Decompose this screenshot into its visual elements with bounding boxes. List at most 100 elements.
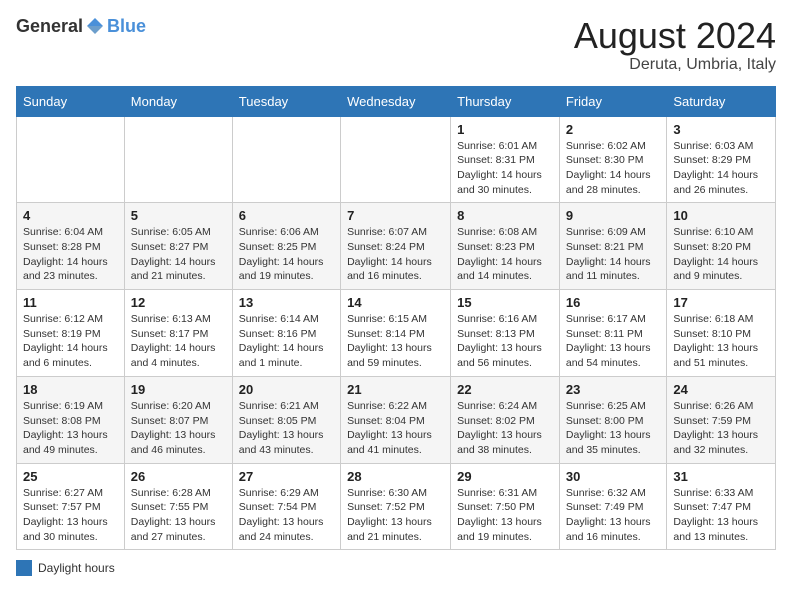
- day-number: 6: [239, 208, 334, 223]
- day-number: 26: [131, 469, 226, 484]
- logo-general: General: [16, 16, 83, 37]
- calendar-cell: 3 Sunrise: 6:03 AM Sunset: 8:29 PM Daylig…: [667, 116, 776, 203]
- day-number: 10: [673, 208, 769, 223]
- day-number: 14: [347, 295, 444, 310]
- weekday-header-thursday: Thursday: [451, 86, 560, 116]
- day-info: Sunrise: 6:01 AM Sunset: 8:31 PM Dayligh…: [457, 139, 553, 198]
- calendar-cell: 31 Sunrise: 6:33 AM Sunset: 7:47 PM Dayli…: [667, 463, 776, 550]
- day-info: Sunrise: 6:32 AM Sunset: 7:49 PM Dayligh…: [566, 486, 661, 545]
- day-number: 25: [23, 469, 118, 484]
- calendar-cell: 25 Sunrise: 6:27 AM Sunset: 7:57 PM Dayli…: [17, 463, 125, 550]
- calendar-cell: 28 Sunrise: 6:30 AM Sunset: 7:52 PM Dayli…: [341, 463, 451, 550]
- day-number: 5: [131, 208, 226, 223]
- calendar-cell: 6 Sunrise: 6:06 AM Sunset: 8:25 PM Daylig…: [232, 203, 340, 290]
- calendar-cell: 30 Sunrise: 6:32 AM Sunset: 7:49 PM Dayli…: [559, 463, 667, 550]
- calendar-cell: 13Sunrise: 6:14 AM Sunset: 8:16 PM Dayli…: [232, 290, 340, 377]
- legend-label: Daylight hours: [38, 561, 115, 575]
- weekday-header-friday: Friday: [559, 86, 667, 116]
- legend: Daylight hours: [16, 560, 776, 576]
- day-number: 21: [347, 382, 444, 397]
- calendar-cell: 9Sunrise: 6:09 AM Sunset: 8:21 PM Daylig…: [559, 203, 667, 290]
- calendar-week-row: 11 Sunrise: 6:12 AM Sunset: 8:19 PM Dayli…: [17, 290, 776, 377]
- weekday-header-wednesday: Wednesday: [341, 86, 451, 116]
- day-number: 4: [23, 208, 118, 223]
- day-info: Sunrise: 6:30 AM Sunset: 7:52 PM Dayligh…: [347, 486, 444, 545]
- calendar-cell: 20 Sunrise: 6:21 AM Sunset: 8:05 PM Dayli…: [232, 376, 340, 463]
- day-number: 23: [566, 382, 661, 397]
- day-info: Sunrise: 6:03 AM Sunset: 8:29 PM Dayligh…: [673, 139, 769, 198]
- day-number: 8: [457, 208, 553, 223]
- day-number: 15: [457, 295, 553, 310]
- day-number: 31: [673, 469, 769, 484]
- day-info: Sunrise: 6:28 AM Sunset: 7:55 PM Dayligh…: [131, 486, 226, 545]
- day-info: Sunrise: 6:26 AM Sunset: 7:59 PM Dayligh…: [673, 399, 769, 458]
- day-info: Sunrise: 6:15 AM Sunset: 8:14 PM Dayligh…: [347, 312, 444, 371]
- calendar-week-row: 18Sunrise: 6:19 AM Sunset: 8:08 PM Dayli…: [17, 376, 776, 463]
- day-info: Sunrise: 6:18 AM Sunset: 8:10 PM Dayligh…: [673, 312, 769, 371]
- calendar-cell: 18Sunrise: 6:19 AM Sunset: 8:08 PM Dayli…: [17, 376, 125, 463]
- day-number: 22: [457, 382, 553, 397]
- day-number: 27: [239, 469, 334, 484]
- day-info: Sunrise: 6:24 AM Sunset: 8:02 PM Dayligh…: [457, 399, 553, 458]
- day-info: Sunrise: 6:27 AM Sunset: 7:57 PM Dayligh…: [23, 486, 118, 545]
- day-number: 7: [347, 208, 444, 223]
- day-info: Sunrise: 6:22 AM Sunset: 8:04 PM Dayligh…: [347, 399, 444, 458]
- day-number: 2: [566, 122, 661, 137]
- day-info: Sunrise: 6:12 AM Sunset: 8:19 PM Dayligh…: [23, 312, 118, 371]
- month-year-title: August 2024: [574, 16, 776, 56]
- day-number: 28: [347, 469, 444, 484]
- calendar-cell: 1 Sunrise: 6:01 AM Sunset: 8:31 PM Daylig…: [451, 116, 560, 203]
- day-number: 13: [239, 295, 334, 310]
- logo-blue: Blue: [107, 16, 146, 37]
- calendar-cell: 12Sunrise: 6:13 AM Sunset: 8:17 PM Dayli…: [124, 290, 232, 377]
- calendar-cell: [124, 116, 232, 203]
- weekday-header-saturday: Saturday: [667, 86, 776, 116]
- calendar-cell: 17 Sunrise: 6:18 AM Sunset: 8:10 PM Dayli…: [667, 290, 776, 377]
- weekday-header-monday: Monday: [124, 86, 232, 116]
- calendar-week-row: 1 Sunrise: 6:01 AM Sunset: 8:31 PM Daylig…: [17, 116, 776, 203]
- weekday-header-sunday: Sunday: [17, 86, 125, 116]
- calendar-week-row: 25 Sunrise: 6:27 AM Sunset: 7:57 PM Dayli…: [17, 463, 776, 550]
- calendar-cell: 16Sunrise: 6:17 AM Sunset: 8:11 PM Dayli…: [559, 290, 667, 377]
- day-info: Sunrise: 6:02 AM Sunset: 8:30 PM Dayligh…: [566, 139, 661, 198]
- calendar-table: SundayMondayTuesdayWednesdayThursdayFrid…: [16, 86, 776, 551]
- day-number: 3: [673, 122, 769, 137]
- calendar-cell: 29Sunrise: 6:31 AM Sunset: 7:50 PM Dayli…: [451, 463, 560, 550]
- day-info: Sunrise: 6:16 AM Sunset: 8:13 PM Dayligh…: [457, 312, 553, 371]
- day-number: 1: [457, 122, 553, 137]
- weekday-header-tuesday: Tuesday: [232, 86, 340, 116]
- calendar-cell: 5Sunrise: 6:05 AM Sunset: 8:27 PM Daylig…: [124, 203, 232, 290]
- day-info: Sunrise: 6:29 AM Sunset: 7:54 PM Dayligh…: [239, 486, 334, 545]
- calendar-cell: 14 Sunrise: 6:15 AM Sunset: 8:14 PM Dayli…: [341, 290, 451, 377]
- calendar-cell: 8Sunrise: 6:08 AM Sunset: 8:23 PM Daylig…: [451, 203, 560, 290]
- day-info: Sunrise: 6:25 AM Sunset: 8:00 PM Dayligh…: [566, 399, 661, 458]
- calendar-cell: 22 Sunrise: 6:24 AM Sunset: 8:02 PM Dayli…: [451, 376, 560, 463]
- calendar-cell: 7Sunrise: 6:07 AM Sunset: 8:24 PM Daylig…: [341, 203, 451, 290]
- day-number: 11: [23, 295, 118, 310]
- calendar-cell: 27 Sunrise: 6:29 AM Sunset: 7:54 PM Dayli…: [232, 463, 340, 550]
- page-header: General Blue August 2024 Deruta, Umbria,…: [16, 16, 776, 74]
- day-info: Sunrise: 6:19 AM Sunset: 8:08 PM Dayligh…: [23, 399, 118, 458]
- day-info: Sunrise: 6:20 AM Sunset: 8:07 PM Dayligh…: [131, 399, 226, 458]
- day-info: Sunrise: 6:17 AM Sunset: 8:11 PM Dayligh…: [566, 312, 661, 371]
- calendar-cell: 19 Sunrise: 6:20 AM Sunset: 8:07 PM Dayli…: [124, 376, 232, 463]
- title-block: August 2024 Deruta, Umbria, Italy: [574, 16, 776, 74]
- day-number: 12: [131, 295, 226, 310]
- logo: General Blue: [16, 16, 146, 37]
- calendar-cell: 26 Sunrise: 6:28 AM Sunset: 7:55 PM Dayli…: [124, 463, 232, 550]
- calendar-cell: 21 Sunrise: 6:22 AM Sunset: 8:04 PM Dayli…: [341, 376, 451, 463]
- day-number: 30: [566, 469, 661, 484]
- day-number: 17: [673, 295, 769, 310]
- day-info: Sunrise: 6:21 AM Sunset: 8:05 PM Dayligh…: [239, 399, 334, 458]
- logo-icon: [85, 16, 105, 36]
- day-info: Sunrise: 6:31 AM Sunset: 7:50 PM Dayligh…: [457, 486, 553, 545]
- day-number: 9: [566, 208, 661, 223]
- day-info: Sunrise: 6:04 AM Sunset: 8:28 PM Dayligh…: [23, 225, 118, 284]
- day-info: Sunrise: 6:33 AM Sunset: 7:47 PM Dayligh…: [673, 486, 769, 545]
- day-number: 20: [239, 382, 334, 397]
- day-number: 19: [131, 382, 226, 397]
- calendar-cell: [17, 116, 125, 203]
- day-info: Sunrise: 6:06 AM Sunset: 8:25 PM Dayligh…: [239, 225, 334, 284]
- calendar-cell: 11 Sunrise: 6:12 AM Sunset: 8:19 PM Dayli…: [17, 290, 125, 377]
- weekday-header-row: SundayMondayTuesdayWednesdayThursdayFrid…: [17, 86, 776, 116]
